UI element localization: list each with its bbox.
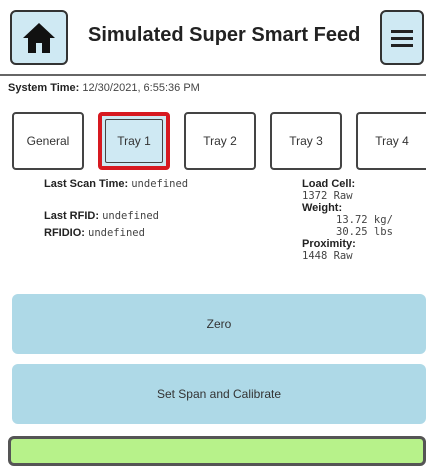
set-span-calibrate-button[interactable]: Set Span and Calibrate [12,364,426,424]
last-scan-time-label: Last Scan Time: [44,178,129,190]
weight-lbs-value: 30.25 lbs [336,226,393,238]
green-action-button[interactable] [8,436,426,466]
tab-label: Tray 1 [117,134,151,148]
proximity-value: 1448 Raw [302,250,353,262]
last-scan-time-value: undefined [131,178,189,190]
load-cell-value: 1372 Raw [302,190,353,202]
load-cell-label: Load Cell: [302,178,356,190]
system-time-value: 12/30/2021, 6:55:36 PM [82,82,200,94]
menu-button[interactable] [380,10,424,65]
tab-label: Tray 4 [375,134,409,148]
hamburger-menu-icon [391,29,413,47]
sensor-readings: Load Cell: 1372 Raw Weight: 13.72 kg/ 30… [302,178,393,262]
zero-button-label: Zero [206,317,232,331]
tab-tray-3[interactable]: Tray 3 [270,112,342,170]
weight-label: Weight: [302,202,343,214]
rfidio-value: undefined [88,227,145,239]
system-time: System Time: 12/30/2021, 6:55:36 PM [8,82,200,94]
header-divider [0,74,426,76]
zero-button[interactable]: Zero [12,294,426,354]
system-time-label: System Time: [8,82,80,94]
home-button[interactable] [10,10,68,65]
tab-tray-4[interactable]: Tray 4 [356,112,426,170]
last-scan-time: Last Scan Time: undefined [44,178,188,190]
last-rfid-label: Last RFID: [44,210,99,222]
tab-general[interactable]: General [12,112,84,170]
tab-label: Tray 2 [203,134,237,148]
proximity-label: Proximity: [302,238,356,250]
app-header: Simulated Super Smart Feed [0,0,426,72]
tab-label: General [26,134,70,148]
last-rfid-value: undefined [102,210,159,222]
app-title: Simulated Super Smart Feed [88,24,361,46]
tab-label: Tray 3 [289,134,323,148]
home-icon [23,22,55,53]
set-span-calibrate-label: Set Span and Calibrate [156,387,282,401]
tab-tray-1[interactable]: Tray 1 [98,112,170,170]
weight-kg-value: 13.72 kg/ [336,214,393,226]
tab-tray-2[interactable]: Tray 2 [184,112,256,170]
rfidio: RFIDIO: undefined [44,227,145,239]
last-rfid: Last RFID: undefined [44,210,159,222]
rfidio-label: RFIDIO: [44,227,85,239]
